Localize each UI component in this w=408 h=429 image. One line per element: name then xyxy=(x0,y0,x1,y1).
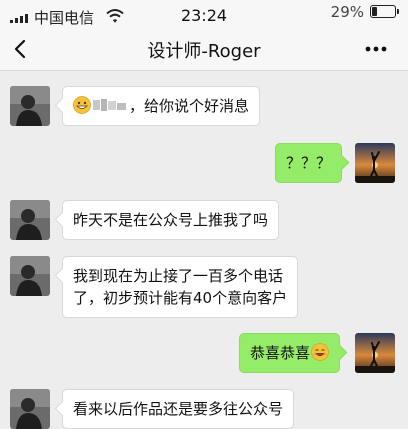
avatar[interactable] xyxy=(355,143,395,183)
message-bubble[interactable]: 昨天不是在公众号上推我了吗 xyxy=(62,200,280,240)
message-text: ，给你说个好消息 xyxy=(129,97,250,115)
message-text: 恭喜恭喜 xyxy=(250,344,311,362)
message-bubble[interactable]: 恭喜恭喜 xyxy=(239,333,341,373)
message-bubble[interactable]: 我到现在为止接了一百多个电话 了，初步预计能有40个意向客户 xyxy=(62,256,299,318)
message-text: ？？？ xyxy=(286,154,332,172)
smile-emoji-icon xyxy=(311,343,329,361)
message-bubble[interactable]: ，给你说个好消息 xyxy=(62,86,261,126)
message-bubble[interactable]: 看来以后作品还是要多往公众号 xyxy=(62,389,295,429)
avatar[interactable] xyxy=(10,389,50,429)
grin-emoji-icon xyxy=(73,96,91,114)
message-bubble[interactable]: ？？？ xyxy=(275,143,343,183)
avatar[interactable] xyxy=(10,200,50,240)
more-icon[interactable] xyxy=(364,38,388,60)
chat-header: 设计师-Roger xyxy=(0,30,408,71)
message-text-line: 了，初步预计能有40个意向客户 xyxy=(73,289,288,307)
chat-title: 设计师-Roger xyxy=(147,41,261,62)
message-text: 昨天不是在公众号上推我了吗 xyxy=(73,211,269,229)
status-bar: 中国电信 23:24 29% xyxy=(0,0,408,30)
message-text: 看来以后作品还是要多往公众号 xyxy=(73,400,284,418)
battery-icon xyxy=(370,5,399,18)
message-text-line: 我到现在为止接了一百多个电话 xyxy=(73,267,284,285)
message-list[interactable]: ，给你说个好消息 ？？？ 昨天不是在公众号上推我了吗 我到现在为止接了一百多个电… xyxy=(0,71,408,429)
battery-percent: 29% xyxy=(330,3,364,21)
avatar[interactable] xyxy=(10,86,50,126)
avatar[interactable] xyxy=(355,333,395,373)
redacted-name xyxy=(93,99,126,111)
avatar[interactable] xyxy=(10,256,50,296)
